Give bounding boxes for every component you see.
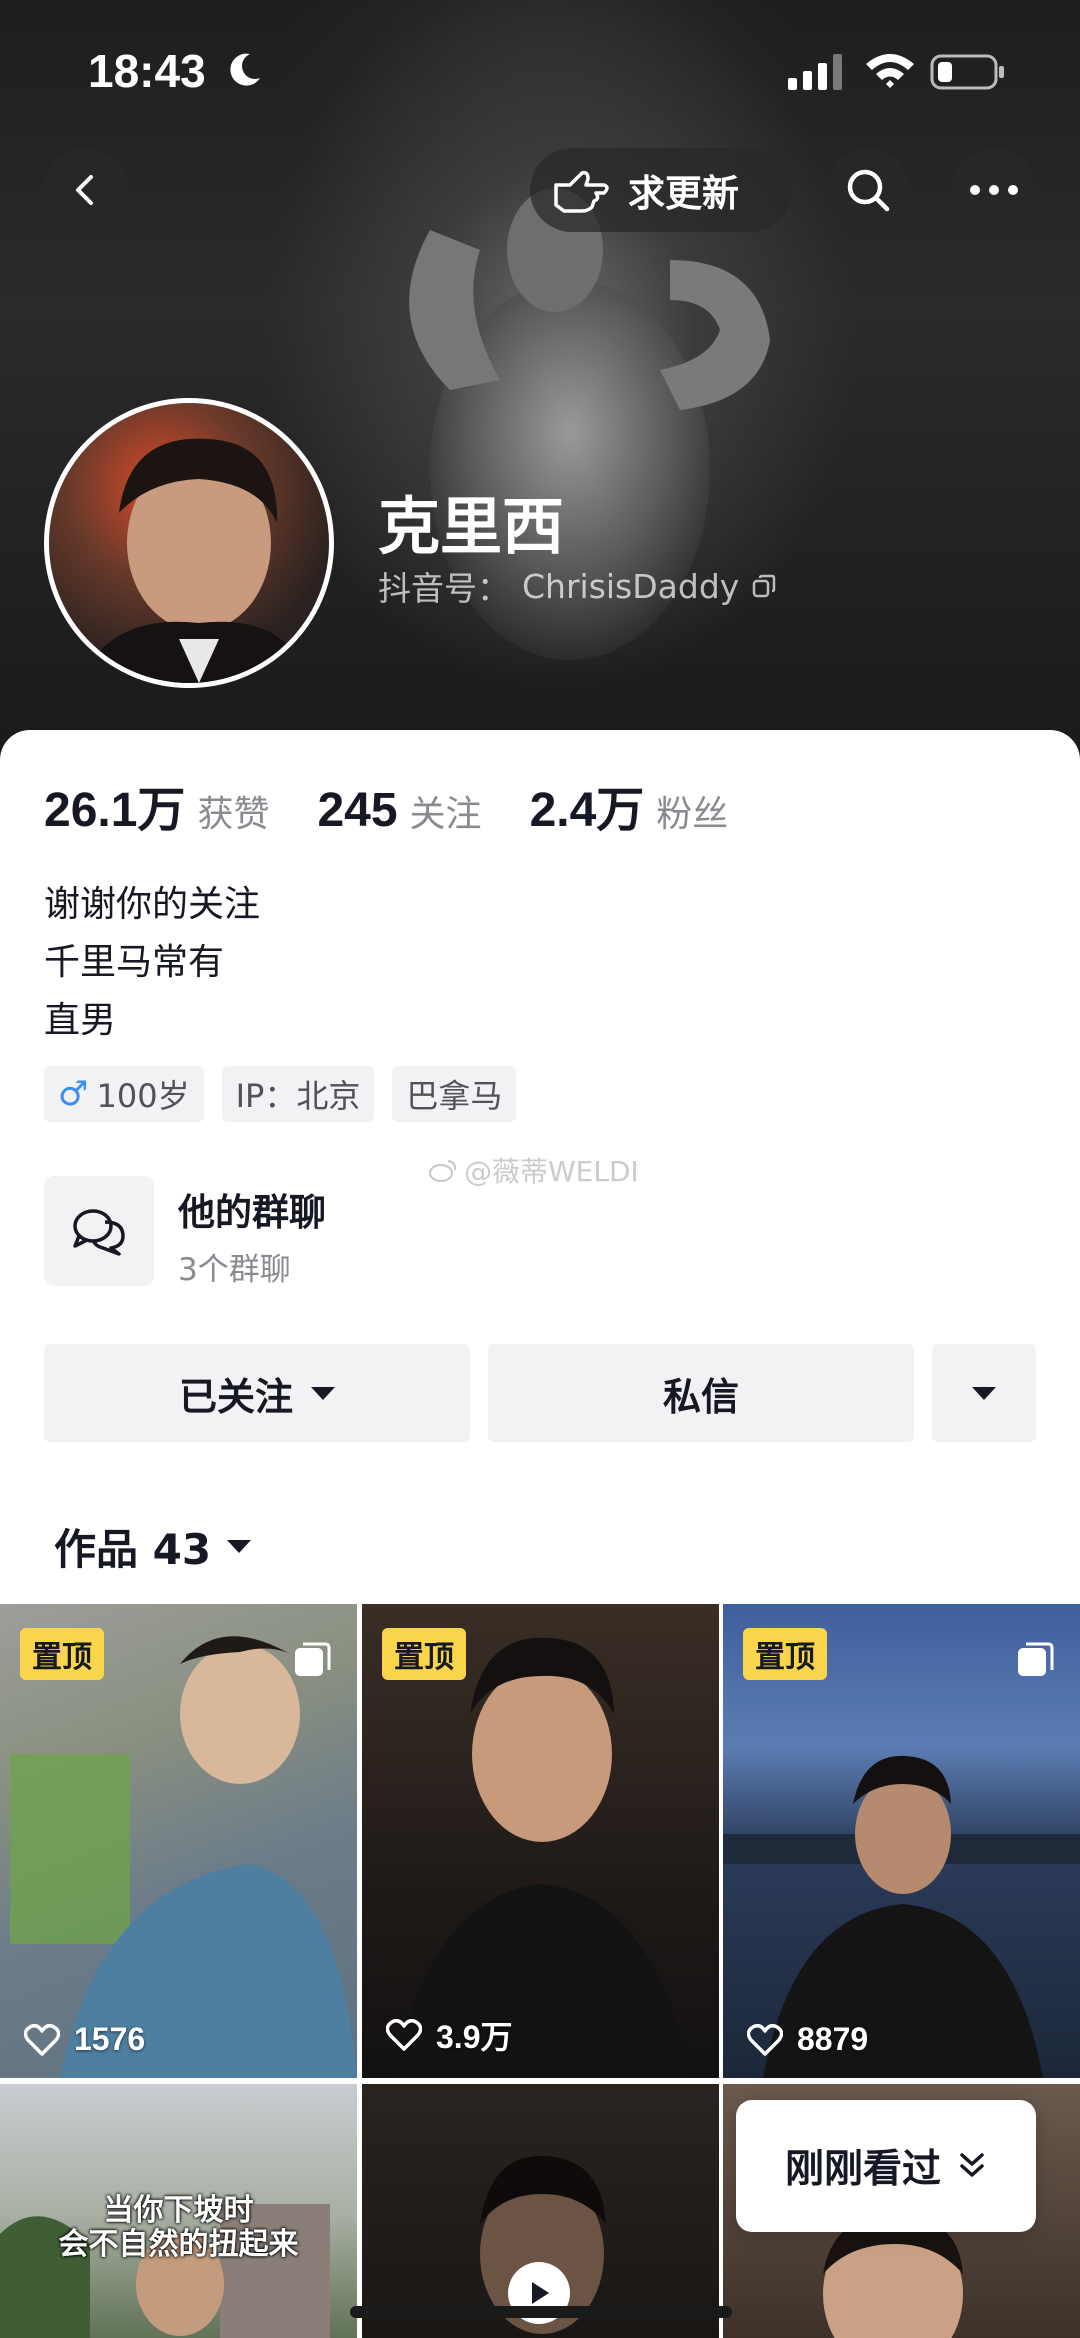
back-icon — [76, 175, 93, 205]
avatar[interactable] — [44, 398, 334, 688]
avatar-photo — [79, 438, 309, 683]
stat-label: 关注 — [409, 794, 482, 835]
group-chat-title[interactable]: 他的群聊 — [178, 1182, 326, 1236]
likes-value: 3.9万 — [436, 2019, 513, 2055]
back-button[interactable] — [44, 148, 128, 232]
douyin-id-label: 抖音号： — [378, 569, 510, 608]
stat-likes[interactable]: 26.1万 获赞 — [44, 770, 269, 840]
more-icon — [970, 185, 1018, 195]
multi-image-icon — [1018, 1642, 1054, 1676]
battery-icon — [930, 54, 1004, 90]
likes-value: 8879 — [797, 2021, 869, 2057]
watermark-text: @薇蒂WELDI — [464, 1155, 639, 1188]
stat-value: 2.4万 — [529, 784, 645, 837]
chat-bubbles-icon — [73, 1209, 125, 1256]
status-time: 18:43 — [88, 45, 206, 97]
caret-down-icon — [972, 1386, 996, 1400]
tab-works[interactable]: 作品 43 — [54, 1516, 252, 1577]
douyin-id-value: ChrisisDaddy — [522, 566, 740, 606]
recently-viewed-label: 刚刚看过 — [784, 2147, 941, 2192]
stat-value: 26.1万 — [44, 784, 186, 837]
bio-line: 谢谢你的关注 — [44, 884, 261, 925]
moon-icon — [230, 53, 260, 86]
pointing-hand-icon — [554, 170, 609, 213]
tag-ip-text: IP：北京 — [235, 1077, 361, 1115]
watermark: @薇蒂WELDI — [428, 1150, 639, 1190]
stat-following[interactable]: 245 关注 — [317, 783, 481, 838]
multi-image-icon — [295, 1642, 331, 1676]
tag-age: 100岁 — [96, 1077, 190, 1115]
stat-label: 获赞 — [197, 794, 270, 835]
tag-ip: IP：北京 — [221, 1066, 375, 1122]
message-label: 私信 — [662, 1374, 739, 1419]
works-tab-label: 作品 43 — [54, 1525, 212, 1574]
more-actions-dropdown[interactable] — [932, 1344, 1036, 1442]
profile-tags: ♂ 100岁 IP：北京 巴拿马 — [44, 1066, 517, 1122]
video-card[interactable]: 置顶 3.9万 — [362, 1604, 719, 2078]
heart-icon — [747, 2023, 783, 2056]
heart-icon — [386, 2019, 422, 2051]
likes-count: 8879 — [747, 2021, 868, 2058]
pinned-badge: 置顶 — [382, 1628, 466, 1680]
pinned-badge: 置顶 — [743, 1628, 827, 1680]
heart-icon — [24, 2023, 60, 2056]
wifi-icon — [866, 54, 914, 88]
more-button[interactable] — [952, 148, 1036, 232]
bio: 谢谢你的关注 千里马常有 直男 — [44, 876, 260, 1050]
video-card[interactable]: 置顶 1576 — [0, 1604, 357, 2078]
caret-down-icon — [227, 1540, 252, 1553]
recently-viewed-button[interactable]: 刚刚看过 — [736, 2100, 1036, 2232]
copy-icon[interactable] — [751, 573, 777, 599]
video-card[interactable]: 当你下坡时 会不自然的扭起来 — [0, 2084, 357, 2338]
stat-label: 粉丝 — [656, 794, 729, 835]
play-triangle-icon — [532, 2282, 549, 2304]
search-button[interactable] — [826, 148, 910, 232]
likes-value: 1576 — [74, 2021, 146, 2057]
signal-icon — [788, 54, 842, 90]
douyin-id-row[interactable]: 抖音号： ChrisisDaddy — [378, 562, 777, 610]
male-icon: ♂ — [58, 1074, 89, 1114]
tag-location-text: 巴拿马 — [406, 1077, 503, 1115]
stats-row: 26.1万 获赞 245 关注 2.4万 粉丝 — [44, 770, 776, 840]
bio-line: 千里马常有 — [44, 942, 225, 983]
nickname: 克里西 — [378, 490, 565, 563]
group-chat-icon-box[interactable] — [44, 1176, 154, 1286]
followed-label: 已关注 — [178, 1374, 293, 1419]
caption-line: 会不自然的扭起来 — [58, 2227, 299, 2262]
likes-count: 3.9万 — [386, 2012, 513, 2058]
likes-count: 1576 — [24, 2021, 145, 2058]
double-chevron-down-icon — [960, 2153, 984, 2177]
cover-photo — [409, 188, 770, 660]
request-update-label: 求更新 — [628, 172, 739, 215]
followed-button[interactable]: 已关注 — [44, 1344, 470, 1442]
pinned-badge: 置顶 — [20, 1628, 104, 1680]
video-caption: 当你下坡时 会不自然的扭起来 — [0, 2194, 357, 2262]
stat-followers[interactable]: 2.4万 粉丝 — [530, 770, 729, 840]
weibo-icon — [429, 1160, 457, 1182]
stat-value: 245 — [317, 784, 398, 837]
status-bar: 18:43 — [0, 0, 1080, 140]
request-update-button[interactable]: 求更新 — [530, 148, 792, 232]
caret-down-icon — [311, 1386, 335, 1400]
home-indicator[interactable] — [350, 2306, 732, 2318]
video-card[interactable]: 置顶 8879 — [723, 1604, 1080, 2078]
group-chat-count: 3个群聊 — [178, 1252, 291, 1288]
tag-gender-age: ♂ 100岁 — [44, 1066, 204, 1122]
message-button[interactable]: 私信 — [488, 1344, 914, 1442]
tag-location: 巴拿马 — [392, 1066, 517, 1122]
bio-line: 直男 — [44, 1000, 117, 1041]
caption-line: 当你下坡时 — [103, 2193, 254, 2228]
search-icon — [847, 169, 890, 212]
